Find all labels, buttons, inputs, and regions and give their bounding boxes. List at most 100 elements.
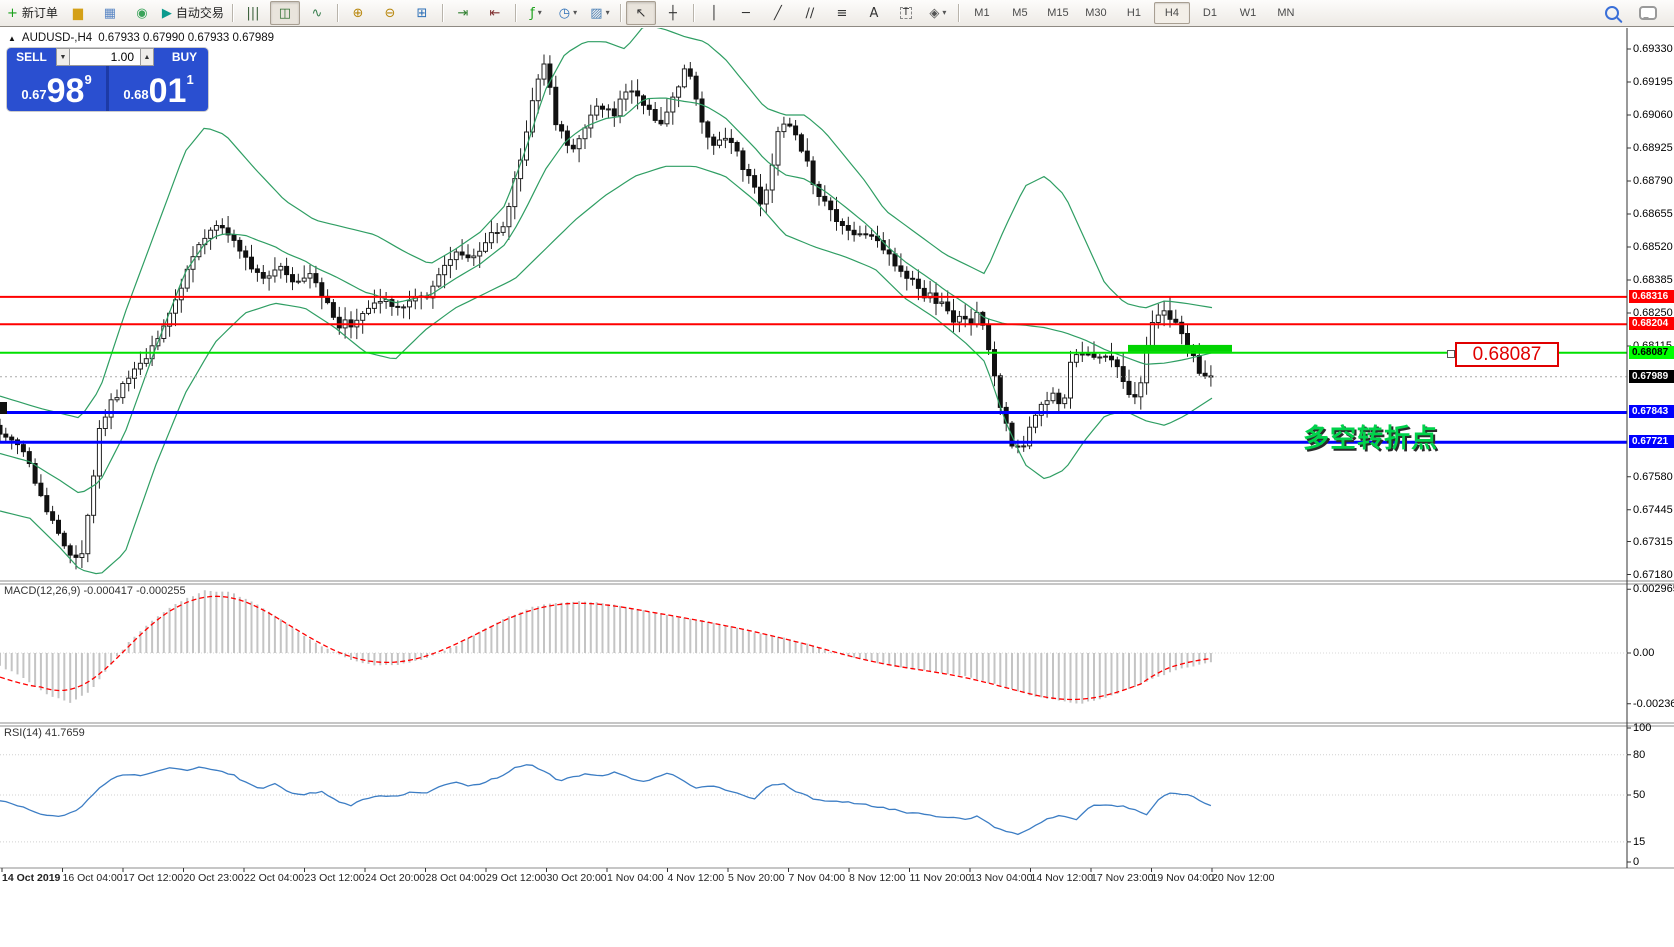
chat-button[interactable] [1633, 1, 1663, 25]
dropdown-caret-icon: ▾ [942, 9, 946, 17]
equidistant-channel-button[interactable]: ∕∕ [795, 1, 825, 25]
timeframe-w1-button[interactable]: W1 [1230, 2, 1266, 24]
line-chart-button[interactable]: ∿ [302, 1, 332, 25]
macd-tick-0.002965: 0.002965 [1633, 583, 1674, 595]
ohlc-values: 0.67933 0.67990 0.67933 0.67989 [98, 32, 274, 44]
price-tick-0.67315: 0.67315 [1633, 536, 1673, 548]
cursor-button[interactable]: ↖ [626, 1, 656, 25]
text-label-button[interactable]: T [891, 1, 921, 25]
buy-price-pip: 1 [186, 72, 193, 87]
equidistant-channel-icon: ∕∕ [806, 7, 815, 20]
search-icon [1605, 6, 1619, 20]
toolbar-separator [620, 4, 621, 22]
volume-input[interactable] [70, 48, 140, 66]
price-badge-0.68316: 0.68316 [1629, 290, 1674, 303]
timeframe-m5-button[interactable]: M5 [1002, 2, 1038, 24]
timeframe-m15-button[interactable]: M15 [1040, 2, 1076, 24]
chart-region[interactable]: ▲ AUDUSD-,H4 0.67933 0.67990 0.67933 0.6… [0, 28, 1674, 947]
buy-price-big: 01 [149, 76, 187, 106]
dropdown-caret-icon: ▾ [573, 9, 577, 17]
line-chart-icon: ∿ [311, 7, 322, 20]
candlestick-chart-button[interactable]: ◫ [270, 1, 300, 25]
vertical-line-button[interactable]: │ [699, 1, 729, 25]
price-tick-0.68520: 0.68520 [1633, 241, 1673, 253]
navigator-button[interactable]: ▦ [95, 1, 125, 25]
timeframe-m1-button[interactable]: M1 [964, 2, 1000, 24]
toolbar-separator [958, 4, 959, 22]
macd-histogram [0, 590, 1211, 703]
timeframe-m30-button[interactable]: M30 [1078, 2, 1114, 24]
price-tick-0.68385: 0.68385 [1633, 274, 1673, 286]
price-tick-0.68925: 0.68925 [1633, 142, 1673, 154]
chart-shift-button[interactable]: ⇤ [480, 1, 510, 25]
candles-up [80, 64, 1166, 558]
search-button[interactable] [1601, 1, 1631, 25]
zoom-in-icon: ⊕ [352, 7, 363, 20]
trendline-button[interactable]: ╱ [763, 1, 793, 25]
current-price-badge: 0.67989 [1629, 370, 1674, 383]
periods-button[interactable]: ◷▾ [553, 1, 583, 25]
new-order-button-label: 新订单 [22, 7, 58, 19]
chart-text-annotation[interactable]: 多空转折点 [1303, 418, 1438, 455]
text-button[interactable]: A [859, 1, 889, 25]
price-callout-label[interactable]: 0.68087 [1455, 342, 1559, 367]
time-label: 11 Nov 20:00 [910, 872, 972, 884]
bar-chart-icon: ||| [246, 7, 259, 20]
sell-price[interactable]: 0.67 98 9 [7, 66, 109, 111]
time-label: 14 Oct 2019 [2, 872, 60, 884]
new-order-button[interactable]: +新订单 [4, 1, 61, 25]
crosshair-button[interactable]: ┼ [658, 1, 688, 25]
time-label: 17 Oct 12:00 [123, 872, 183, 884]
rsi-tick-80: 80 [1633, 749, 1645, 761]
sell-price-prefix: 0.67 [21, 87, 46, 102]
market-watch-icon: ▆ [73, 7, 83, 20]
buy-button[interactable]: BUY [161, 48, 208, 66]
auto-trading-icon: ▶ [162, 7, 172, 20]
tile-windows-button[interactable]: ⊞ [407, 1, 437, 25]
signal-button[interactable]: ◉ [127, 1, 157, 25]
time-label: 1 Nov 04:00 [607, 872, 664, 884]
timeframe-d1-button[interactable]: D1 [1192, 2, 1228, 24]
collapse-trade-panel-icon[interactable]: ▲ [8, 34, 16, 43]
bar-chart-button[interactable]: ||| [238, 1, 268, 25]
time-label: 17 Nov 23:00 [1091, 872, 1153, 884]
time-label: 7 Nov 04:00 [789, 872, 846, 884]
navigator-icon: ▦ [104, 7, 116, 20]
zoom-in-button[interactable]: ⊕ [343, 1, 373, 25]
horizontal-line-button[interactable]: ─ [731, 1, 761, 25]
price-tick-0.68790: 0.68790 [1633, 175, 1673, 187]
chart-title: ▲ AUDUSD-,H4 0.67933 0.67990 0.67933 0.6… [8, 32, 274, 44]
price-badge-0.68204: 0.68204 [1629, 317, 1674, 330]
price-tick-0.69060: 0.69060 [1633, 109, 1673, 121]
text-label-icon: T [900, 7, 912, 19]
timeframe-h4-button[interactable]: H4 [1154, 2, 1190, 24]
volume-decrease-button[interactable]: ▼ [56, 48, 70, 66]
buy-price[interactable]: 0.68 01 1 [109, 66, 208, 111]
sell-price-pip: 9 [84, 72, 91, 87]
sell-button[interactable]: SELL [7, 48, 56, 66]
market-watch-button[interactable]: ▆ [63, 1, 93, 25]
vertical-line-icon: │ [710, 7, 718, 20]
candlestick-chart-icon: ◫ [279, 7, 291, 20]
dropdown-caret-icon: ▾ [606, 9, 610, 17]
time-label: 4 Nov 12:00 [668, 872, 725, 884]
symbol-period-label: AUDUSD-,H4 [22, 32, 92, 44]
auto-scroll-button[interactable]: ⇥ [448, 1, 478, 25]
macd-tick-0.00: 0.00 [1633, 647, 1654, 659]
callout-anchor-handle[interactable] [1447, 350, 1455, 358]
fibonacci-button[interactable]: ≡ [827, 1, 857, 25]
toolbar-separator [515, 4, 516, 22]
time-label: 22 Oct 04:00 [244, 872, 304, 884]
time-label: 14 Nov 12:00 [1031, 872, 1093, 884]
arrows-button[interactable]: ◈▾ [923, 1, 953, 25]
timeframe-h1-button[interactable]: H1 [1116, 2, 1152, 24]
volume-increase-button[interactable]: ▲ [140, 48, 154, 66]
crosshair-icon: ┼ [669, 7, 677, 20]
auto-trading-button[interactable]: ▶自动交易 [159, 1, 227, 25]
dropdown-caret-icon: ▾ [538, 9, 542, 17]
indicators-button[interactable]: ƒ▾ [521, 1, 551, 25]
timeframe-mn-button[interactable]: MN [1268, 2, 1304, 24]
price-badge-0.67721: 0.67721 [1629, 435, 1674, 448]
zoom-out-button[interactable]: ⊖ [375, 1, 405, 25]
templates-button[interactable]: ▨▾ [585, 1, 615, 25]
